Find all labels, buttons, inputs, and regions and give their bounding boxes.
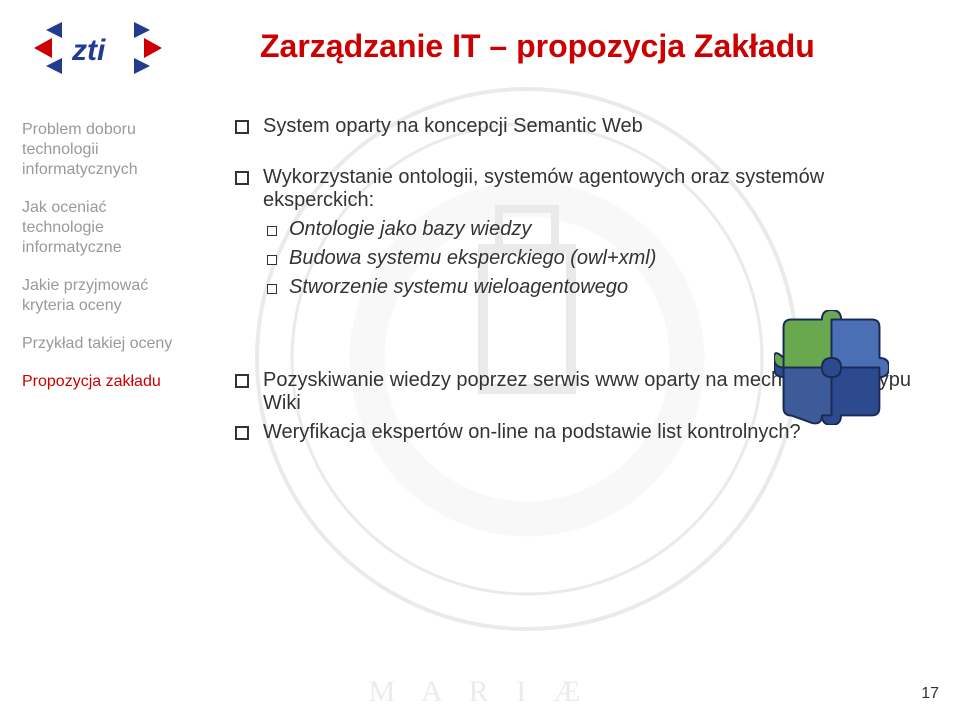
bullet-text: Wykorzystanie ontologii, systemów agento…: [263, 166, 919, 212]
puzzle-icon: [774, 310, 889, 425]
page-number: 17: [921, 685, 939, 703]
square-bullet-icon: [235, 120, 249, 134]
slide-title: Zarządzanie IT – propozycja Zakładu: [260, 28, 815, 65]
sidebar-item-problem-doboru: Problem doboru technologii informatyczny…: [22, 120, 212, 180]
square-bullet-icon: [235, 374, 249, 388]
bullet-text: Weryfikacja ekspertów on-line na podstaw…: [263, 421, 801, 444]
square-bullet-icon: [267, 284, 277, 294]
bullet-text: Ontologie jako bazy wiedzy: [289, 218, 531, 241]
sidebar-item-jakie-przyjmowac: Jakie przyjmować kryteria oceny: [22, 276, 212, 316]
square-bullet-icon: [235, 426, 249, 440]
bullet-item: Wykorzystanie ontologii, systemów agento…: [235, 166, 919, 212]
bullet-text: System oparty na koncepcji Semantic Web: [263, 115, 643, 138]
square-bullet-icon: [267, 226, 277, 236]
logo: zti: [28, 18, 168, 78]
square-bullet-icon: [267, 255, 277, 265]
sidebar-item-przyklad: Przykład takiej oceny: [22, 334, 212, 354]
sub-bullet-item: Ontologie jako bazy wiedzy: [267, 218, 919, 241]
sidebar-item-propozycja-zakladu: Propozycja zakładu: [22, 372, 212, 392]
bullet-text: Stworzenie systemu wieloagentowego: [289, 276, 628, 299]
watermark-bottom-text: M A R I Æ: [0, 675, 959, 709]
bullet-text: Budowa systemu eksperckiego (owl+xml): [289, 247, 656, 270]
sub-bullet-item: Budowa systemu eksperckiego (owl+xml): [267, 247, 919, 270]
bullet-item: System oparty na koncepcji Semantic Web: [235, 115, 919, 138]
sub-bullet-item: Stworzenie systemu wieloagentowego: [267, 276, 919, 299]
sidebar-item-jak-oceniac: Jak oceniać technologie informatyczne: [22, 198, 212, 258]
sidebar-nav: Problem doboru technologii informatyczny…: [22, 120, 212, 410]
logo-text: zti: [71, 34, 106, 67]
square-bullet-icon: [235, 171, 249, 185]
